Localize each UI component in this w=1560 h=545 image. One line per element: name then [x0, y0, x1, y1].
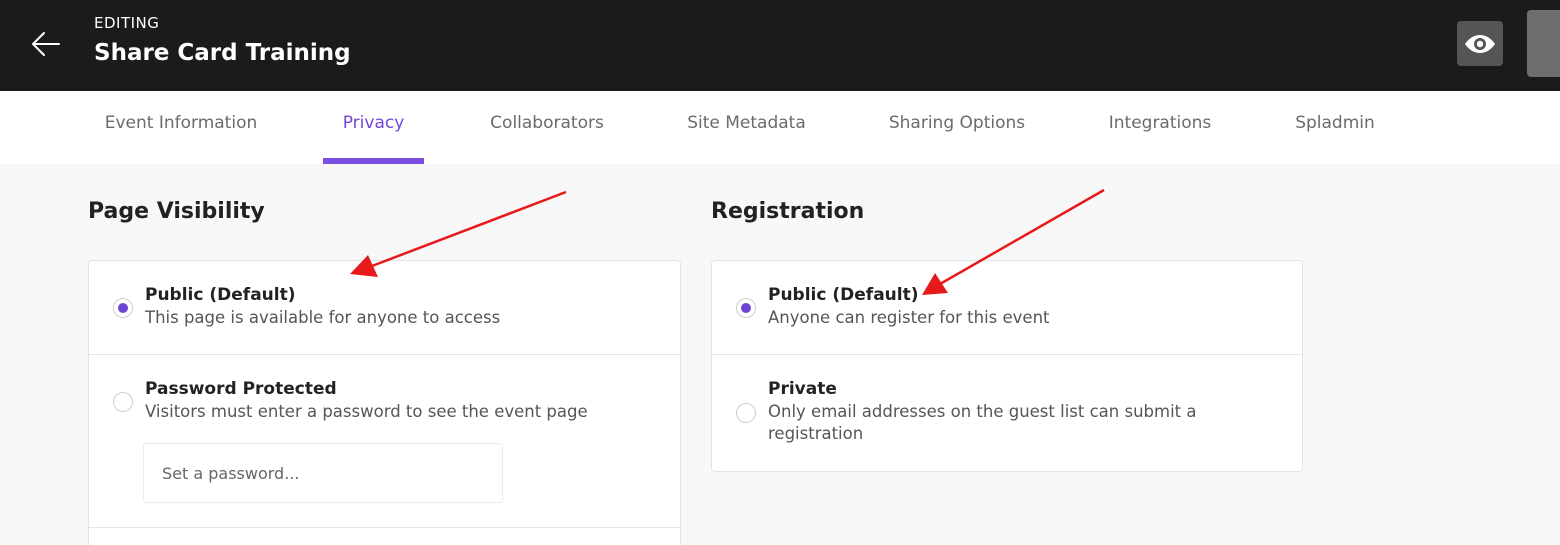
preview-button[interactable] [1457, 21, 1503, 66]
visibility-password-radio[interactable] [113, 392, 133, 412]
registration-private-radio[interactable] [736, 403, 756, 423]
tab-sharing-options[interactable]: Sharing Options [883, 91, 1031, 164]
divider [89, 527, 680, 528]
tab-spladmin[interactable]: Spladmin [1288, 91, 1382, 164]
back-button[interactable] [28, 26, 64, 62]
tab-collaborators[interactable]: Collaborators [484, 91, 610, 164]
option-description: Visitors must enter a password to see th… [145, 402, 588, 421]
tab-integrations[interactable]: Integrations [1102, 91, 1218, 164]
arrow-left-icon [32, 32, 60, 56]
registration-option-public[interactable]: Public (Default) Anyone can register for… [712, 261, 1302, 355]
option-title: Password Protected [145, 379, 337, 399]
option-title: Public (Default) [768, 285, 919, 305]
option-description: Anyone can register for this event [768, 308, 1050, 327]
menu-button[interactable] [1527, 10, 1560, 77]
top-bar: EDITING Share Card Training [0, 0, 1560, 91]
tab-event-information[interactable]: Event Information [100, 91, 262, 164]
registration-title: Registration [711, 199, 865, 224]
registration-option-private[interactable]: Private Only email addresses on the gues… [712, 355, 1302, 471]
option-title: Private [768, 379, 837, 399]
active-tab-indicator [323, 158, 424, 164]
tab-site-metadata[interactable]: Site Metadata [680, 91, 813, 164]
registration-public-radio[interactable] [736, 298, 756, 318]
visibility-option-public[interactable]: Public (Default) This page is available … [89, 261, 680, 355]
registration-card: Public (Default) Anyone can register for… [711, 260, 1303, 472]
eye-icon [1465, 34, 1495, 53]
editing-label: EDITING [94, 14, 160, 32]
tab-bar: Event Information Privacy Collaborators … [0, 91, 1560, 164]
password-input[interactable] [143, 443, 503, 503]
option-description: Only email addresses on the guest list c… [768, 402, 1197, 443]
page-visibility-card: Public (Default) This page is available … [88, 260, 681, 545]
page-title: Share Card Training [94, 40, 351, 66]
option-title: Public (Default) [145, 285, 296, 305]
page-visibility-title: Page Visibility [88, 199, 265, 224]
tab-privacy[interactable]: Privacy [323, 91, 424, 164]
option-description: This page is available for anyone to acc… [145, 308, 501, 327]
visibility-public-radio[interactable] [113, 298, 133, 318]
